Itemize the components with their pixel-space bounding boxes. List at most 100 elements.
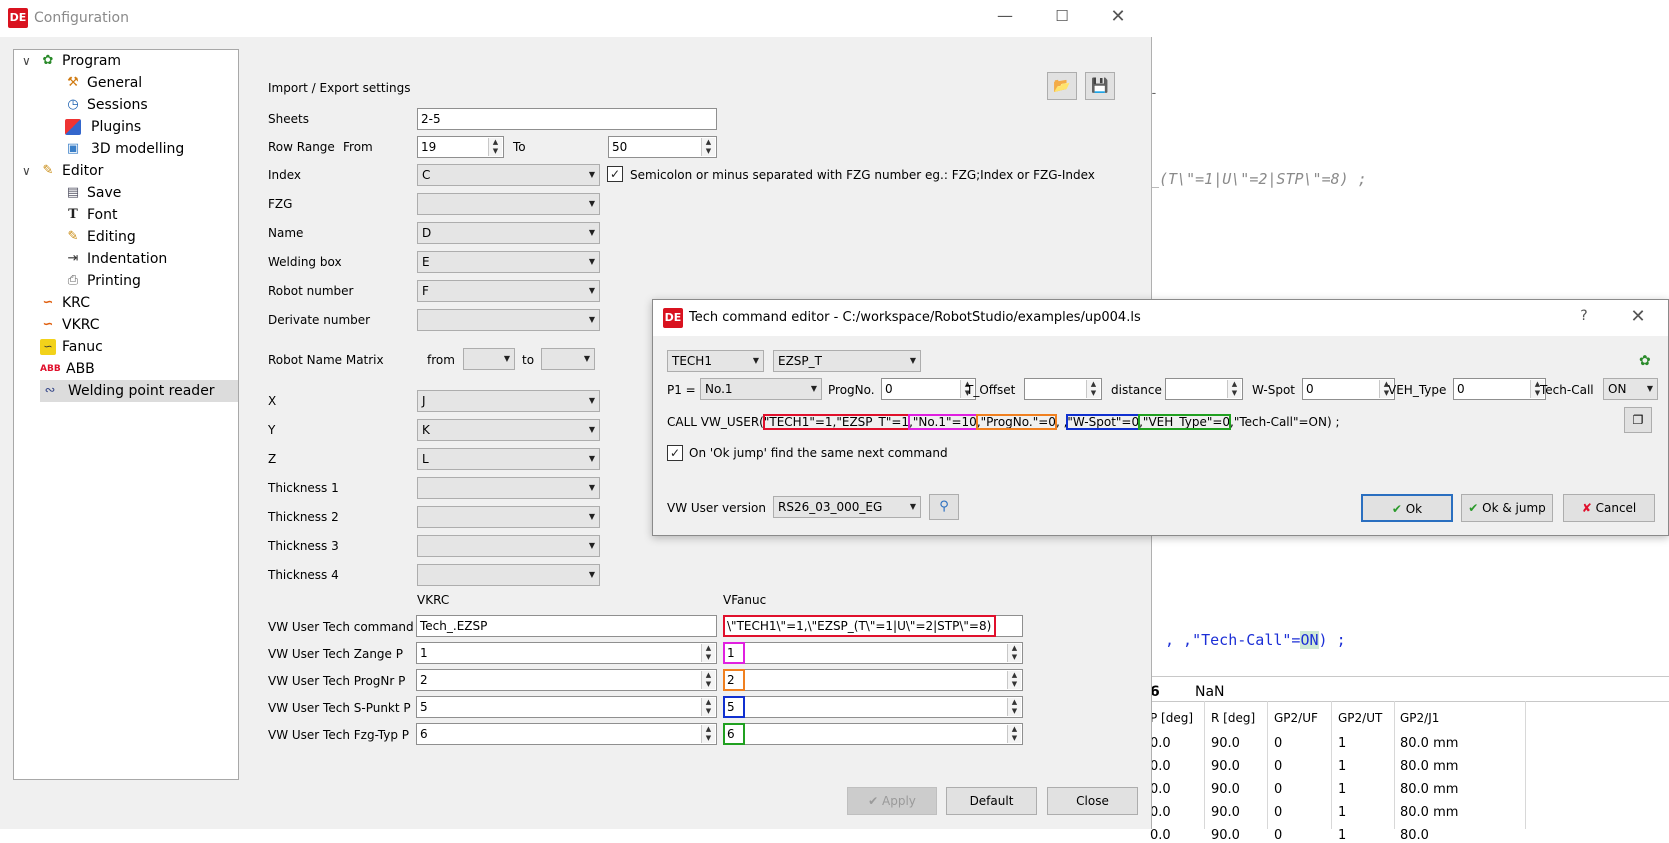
spin-arrows[interactable]: ▲ ▼ [1007,644,1021,662]
chevron-down-icon[interactable]: ∨ [22,164,31,178]
prognr-vfanuc-spinbox[interactable]: 2 ▲ ▼ [723,669,1023,691]
floppy-icon: ▤ [66,185,80,200]
spin-down-icon[interactable]: ▼ [702,707,715,716]
fzg-combo[interactable]: ▼ [417,193,600,215]
spin-arrows[interactable]: ▲ ▼ [488,138,502,156]
combo-value: EZSP_T [778,354,822,368]
thickness2-combo[interactable]: ▼ [417,506,600,528]
spin-up-icon[interactable]: ▲ [1008,644,1021,653]
spin-down-icon[interactable]: ▼ [1008,680,1021,689]
tech-icon[interactable]: ✿ [1639,353,1651,369]
name-combo[interactable]: D ▼ [417,222,600,244]
wspot-spinbox[interactable]: 0 ▲ ▼ [1302,378,1395,400]
spin-down-icon[interactable]: ▼ [1008,707,1021,716]
spin-down-icon[interactable]: ▼ [702,680,715,689]
spin-down-icon[interactable]: ▼ [1008,653,1021,662]
apply-button[interactable]: ✔ Apply [847,787,937,815]
spin-up-icon[interactable]: ▲ [702,138,715,147]
thickness3-combo[interactable]: ▼ [417,535,600,557]
copy-icon[interactable]: ❐ [1624,407,1652,433]
spin-up-icon[interactable]: ▲ [1228,380,1241,389]
version-combo[interactable]: RS26_03_000_EG ▼ [773,496,921,518]
fzgtyp-vkrc-spinbox[interactable]: 6 ▲ ▼ [416,723,717,745]
ok-button[interactable]: ✔ Ok [1361,494,1453,522]
spin-arrows[interactable]: ▲ ▼ [1086,380,1100,398]
spunkt-vfanuc-spinbox[interactable]: 5 ▲ ▼ [723,696,1023,718]
grid-header-top [1150,701,1669,702]
spin-arrows[interactable]: ▲ ▼ [701,671,715,689]
search-icon[interactable]: ⚲ [929,494,959,520]
chevron-down-icon[interactable]: ∨ [22,54,31,68]
matrix-to-combo[interactable]: ▼ [541,348,595,370]
tech-select[interactable]: TECH1 ▼ [667,350,764,372]
minimize-icon[interactable]: — [995,6,1015,25]
spin-down-icon[interactable]: ▼ [702,147,715,156]
config-title: Configuration [34,10,129,26]
matrix-from-combo[interactable]: ▼ [463,348,515,370]
spin-up-icon[interactable]: ▲ [702,671,715,680]
spin-arrows[interactable]: ▲ ▼ [701,138,715,156]
ok-jump-button[interactable]: ✔ Ok & jump [1461,494,1553,522]
spin-down-icon[interactable]: ▼ [702,653,715,662]
fzgtyp-vfanuc-spinbox[interactable]: 6 ▲ ▼ [723,723,1023,745]
derivate-combo[interactable]: ▼ [417,309,600,331]
spin-down-icon[interactable]: ▼ [1087,389,1100,398]
techcall-combo[interactable]: ON ▼ [1603,378,1658,400]
code-prefix: , ,"Tech-Call"= [1165,631,1301,649]
zange-vfanuc-spinbox[interactable]: 1 ▲ ▼ [723,642,1023,664]
spin-up-icon[interactable]: ▲ [1008,698,1021,707]
y-combo[interactable]: K ▼ [417,419,600,441]
dialog-close-icon[interactable]: ✕ [1628,306,1648,327]
thickness4-combo[interactable]: ▼ [417,564,600,586]
grid-cell: 0.0 [1150,736,1171,751]
spin-arrows[interactable]: ▲ ▼ [701,725,715,743]
row-to-spinbox[interactable]: 50 ▲ ▼ [608,136,717,158]
maximize-icon[interactable]: ☐ [1052,7,1072,25]
sheets-input[interactable]: 2-5 [417,108,717,130]
index-combo[interactable]: C ▼ [417,164,600,186]
close-button[interactable]: Close [1047,787,1138,815]
spin-up-icon[interactable]: ▲ [1087,380,1100,389]
spin-arrows[interactable]: ▲ ▼ [701,698,715,716]
row-from-spinbox[interactable]: 19 ▲ ▼ [417,136,504,158]
help-icon[interactable]: ? [1574,308,1594,324]
progno-spinbox[interactable]: 0 ▲ ▼ [881,378,976,400]
spin-arrows[interactable]: ▲ ▼ [1007,698,1021,716]
thickness1-combo[interactable]: ▼ [417,477,600,499]
spin-up-icon[interactable]: ▲ [1008,671,1021,680]
cancel-button[interactable]: ✘ Cancel [1563,494,1655,522]
vehtype-spinbox[interactable]: 0 ▲ ▼ [1453,378,1546,400]
ezsp-select[interactable]: EZSP_T ▼ [773,350,921,372]
spin-up-icon[interactable]: ▲ [702,698,715,707]
save-icon[interactable]: 💾 [1085,72,1115,100]
toffset-spinbox[interactable]: ▲ ▼ [1024,378,1102,400]
spin-up-icon[interactable]: ▲ [702,644,715,653]
close-icon[interactable]: ✕ [1108,6,1128,27]
spunkt-vkrc-spinbox[interactable]: 5 ▲ ▼ [416,696,717,718]
spin-up-icon[interactable]: ▲ [702,725,715,734]
spin-arrows[interactable]: ▲ ▼ [1227,380,1241,398]
spin-down-icon[interactable]: ▼ [489,147,502,156]
tech-command-vkrc-input[interactable]: Tech_.EZSP [416,615,717,637]
spin-up-icon[interactable]: ▲ [489,138,502,147]
x-combo[interactable]: J ▼ [417,390,600,412]
spin-down-icon[interactable]: ▼ [1228,389,1241,398]
default-button[interactable]: Default [946,787,1037,815]
open-folder-icon[interactable]: 📂 [1047,72,1077,100]
z-combo[interactable]: L ▼ [417,448,600,470]
spin-down-icon[interactable]: ▼ [702,734,715,743]
spin-arrows[interactable]: ▲ ▼ [1007,725,1021,743]
spin-arrows[interactable]: ▲ ▼ [701,644,715,662]
p1-combo[interactable]: No.1 ▼ [700,378,822,400]
semicolon-checkbox[interactable]: ✓ [607,166,623,182]
zange-vkrc-spinbox[interactable]: 1 ▲ ▼ [416,642,717,664]
jump-checkbox[interactable]: ✓ [667,445,683,461]
prognr-vkrc-spinbox[interactable]: 2 ▲ ▼ [416,669,717,691]
robot-number-combo[interactable]: F ▼ [417,280,600,302]
spin-arrows[interactable]: ▲ ▼ [1007,671,1021,689]
welding-box-combo[interactable]: E ▼ [417,251,600,273]
distance-spinbox[interactable]: ▲ ▼ [1165,378,1243,400]
spin-down-icon[interactable]: ▼ [1008,734,1021,743]
spin-up-icon[interactable]: ▲ [1008,725,1021,734]
tree-item-welding-point-reader[interactable]: ∾ Welding point reader [40,380,238,402]
